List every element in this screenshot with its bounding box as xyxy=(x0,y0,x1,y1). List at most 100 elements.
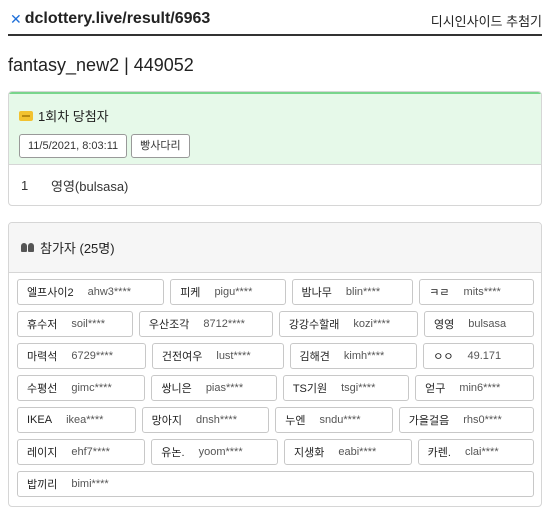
participant-nickname: 누엔 xyxy=(285,415,306,427)
participant-nickname: 영영 xyxy=(433,319,455,331)
participant-nickname: 가을걸음 xyxy=(408,415,450,427)
participant-id: blin**** xyxy=(345,286,381,298)
participant-nickname: 마력석 xyxy=(27,351,58,363)
participants-list: 엘프사이2 ahw3**** 피케 pigu**** 밤나무 blin**** ㅋㄹ mits… xyxy=(17,279,535,503)
participant-nickname: 밤나무 xyxy=(301,287,332,299)
participant-id: ehf7**** xyxy=(71,446,110,458)
participant-nickname: 지생화 xyxy=(294,447,325,459)
draw-datetime-badge: 11/5/2021, 8:03:11 xyxy=(19,134,128,158)
participant-chip: 김해견 kimh**** xyxy=(289,343,418,369)
participant-chip: ㅋㄹ mits**** xyxy=(419,279,534,305)
participant-chip: 영영 bulsasa xyxy=(423,311,534,337)
participant-id: eabi**** xyxy=(338,446,377,458)
participant-chip: 누엔 sndu**** xyxy=(275,407,393,433)
winner-rank: 1 xyxy=(21,178,29,193)
participant-chip: 레이지 ehf7**** xyxy=(17,439,146,465)
participant-id: tsgi**** xyxy=(341,382,376,394)
participant-nickname: 수평선 xyxy=(27,383,58,395)
participant-nickname: 김해견 xyxy=(299,351,330,363)
participant-chip: IKEA ikea**** xyxy=(17,407,136,433)
participant-row: 밥끼리 bimi**** xyxy=(17,471,534,497)
participant-id: min6**** xyxy=(459,382,501,394)
participant-chip: 가을걸음 rhs0**** xyxy=(398,407,534,433)
participant-nickname: ㅇㅇ xyxy=(433,351,454,363)
participant-nickname: 유논. xyxy=(161,447,185,459)
participant-nickname: 망아지 xyxy=(151,415,183,427)
winner-name: 영영(bulsasa) xyxy=(51,179,129,194)
participant-id: sndu**** xyxy=(319,414,361,426)
ticket-icon xyxy=(19,110,33,121)
participant-id: dnsh**** xyxy=(196,414,237,426)
participant-chip: 쌍니은 pias**** xyxy=(151,375,277,401)
participant-chip: 엘프사이2 ahw3**** xyxy=(17,279,165,305)
brand-text: dclottery.live/result/6963 xyxy=(24,10,211,27)
participant-nickname: 얻구 xyxy=(425,383,446,395)
participant-nickname: 강강수할래 xyxy=(288,319,340,331)
participant-chip: 피케 pigu**** xyxy=(170,279,286,305)
participant-id: pias**** xyxy=(205,382,244,394)
participant-nickname: 카렌. xyxy=(427,447,451,459)
participant-id: yoom**** xyxy=(198,446,243,458)
participant-chip: TS기원 tsgi**** xyxy=(282,375,410,401)
winner-row: 1 영영(bulsasa) xyxy=(9,165,541,205)
participant-id: bimi**** xyxy=(71,478,109,490)
winner-card: 1회차 당첨자 11/5/2021, 8:03:11 빵사다리 1 영영(bul… xyxy=(8,91,542,206)
participant-nickname: 밥끼리 xyxy=(27,479,58,491)
winner-card-header: 1회차 당첨자 11/5/2021, 8:03:11 빵사다리 xyxy=(9,92,541,165)
participant-chip: 지생화 eabi**** xyxy=(284,439,412,465)
participant-nickname: 쌍니은 xyxy=(161,383,192,395)
participant-id: kozi**** xyxy=(353,318,391,330)
participant-chip: 망아지 dnsh**** xyxy=(141,407,270,433)
participants-card: 참가자 (25명) 엘프사이2 ahw3**** 피케 pigu**** 밤나무 blin… xyxy=(8,222,542,507)
page-title: fantasy_new2 | 449052 xyxy=(8,55,194,75)
home-link[interactable]: ✕ dclottery.live/result/6963 xyxy=(10,10,210,28)
x-logo-icon: ✕ xyxy=(10,10,22,27)
participant-nickname: ㅋㄹ xyxy=(429,287,450,299)
participant-nickname: 휴수저 xyxy=(27,319,58,331)
participant-chip: 휴수저 soil**** xyxy=(17,311,133,337)
winner-meta: 11/5/2021, 8:03:11 빵사다리 xyxy=(19,134,531,158)
participant-chip: 마력석 6729**** xyxy=(17,343,146,369)
participant-id: mits**** xyxy=(463,286,501,298)
participant-row: 마력석 6729**** 건전여우 lust**** 김해견 kimh**** ㅇㅇ 49.1… xyxy=(17,343,535,369)
participant-nickname: 건전여우 xyxy=(161,351,203,363)
participant-id: kimh**** xyxy=(343,350,385,362)
participant-chip: 유논. yoom**** xyxy=(151,439,278,465)
participant-nickname: 레이지 xyxy=(27,447,58,459)
participant-row: 엘프사이2 ahw3**** 피케 pigu**** 밤나무 blin**** ㅋㄹ mits… xyxy=(17,279,534,305)
participant-row: IKEA ikea**** 망아지 dnsh**** 누엔 sndu**** 가을걸음 rhs… xyxy=(17,407,534,433)
participant-row: 수평선 gimc**** 쌍니은 pias**** TS기원 tsgi**** 얻구 min6… xyxy=(17,375,534,401)
participant-chip: 카렌. clai**** xyxy=(417,439,534,465)
participant-nickname: TS기원 xyxy=(292,383,328,395)
winner-title-text: 1회차 당첨자 xyxy=(38,109,109,124)
participant-id: soil**** xyxy=(71,318,106,330)
participant-id: clai**** xyxy=(464,446,499,458)
winner-title: 1회차 당첨자 xyxy=(19,106,531,125)
participant-chip: 건전여우 lust**** xyxy=(151,343,284,369)
draw-method-badge: 빵사다리 xyxy=(131,134,190,158)
participant-nickname: 우산조각 xyxy=(148,319,190,331)
participant-nickname: IKEA xyxy=(27,414,53,426)
participant-id: rhs0**** xyxy=(463,414,502,426)
participants-header: 참가자 (25명) xyxy=(9,223,541,273)
participant-id: gimc**** xyxy=(71,382,112,394)
nav-link-dcinside-raffle[interactable]: 디시인사이드 추첨기 xyxy=(431,11,542,30)
participant-id: lust**** xyxy=(216,350,251,362)
participant-row: 레이지 ehf7**** 유논. yoom**** 지생화 eabi**** 카렌. clai… xyxy=(17,439,534,465)
participant-id: bulsasa xyxy=(468,318,507,330)
participant-chip: 밤나무 blin**** xyxy=(291,279,414,305)
participant-id: 49.171 xyxy=(467,350,502,362)
participant-chip: 수평선 gimc**** xyxy=(17,375,146,401)
participant-chip: 강강수할래 kozi**** xyxy=(278,311,418,337)
participant-chip: 얻구 min6**** xyxy=(415,375,534,401)
participant-id: ahw3**** xyxy=(87,286,132,298)
participant-row: 휴수저 soil**** 우산조각 8712**** 강강수할래 kozi**** 영영 bu… xyxy=(17,311,534,337)
participant-id: ikea**** xyxy=(66,414,104,426)
participant-id: 6729**** xyxy=(71,350,113,362)
participant-nickname: 피케 xyxy=(180,287,201,299)
people-icon xyxy=(21,243,35,252)
top-bar: ✕ dclottery.live/result/6963 디시인사이드 추첨기 xyxy=(8,6,542,36)
participant-chip: 밥끼리 bimi**** xyxy=(17,471,534,497)
participant-id: pigu**** xyxy=(214,286,253,298)
participant-nickname: 엘프사이2 xyxy=(27,287,74,299)
